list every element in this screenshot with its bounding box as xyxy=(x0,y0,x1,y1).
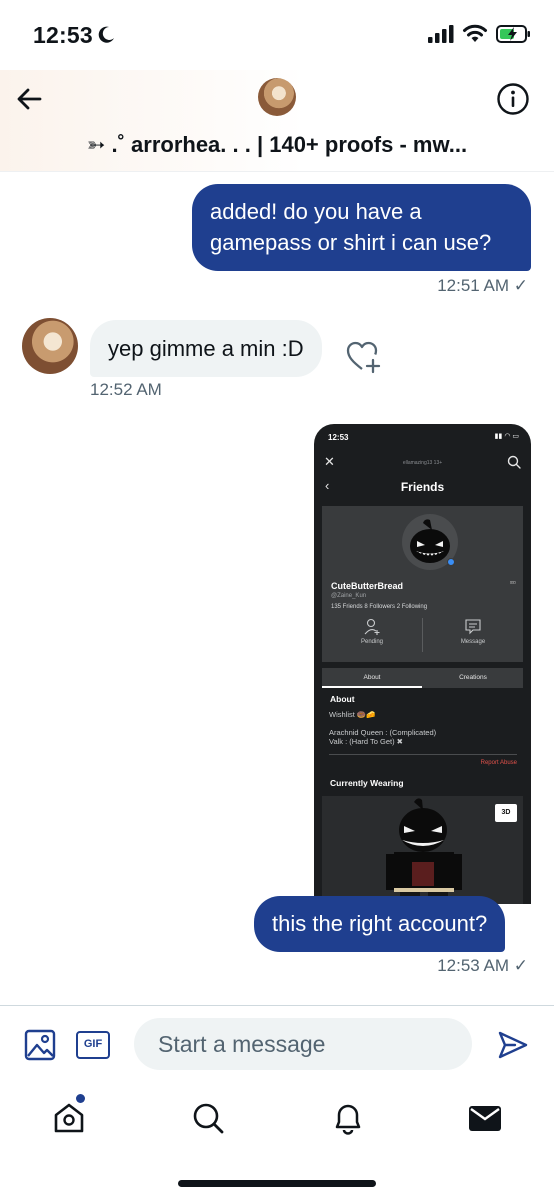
bell-icon[interactable] xyxy=(330,1100,366,1136)
shot-search-icon xyxy=(507,455,521,469)
status-time: 12:53 xyxy=(33,22,93,48)
search-icon[interactable] xyxy=(190,1100,226,1136)
shot-chat-icon xyxy=(465,619,481,635)
home-icon[interactable] xyxy=(51,1100,87,1136)
shot-message-label: Message xyxy=(460,639,486,645)
shot-tab-indicator xyxy=(322,686,422,688)
shot-online-dot xyxy=(447,558,455,566)
signal-icon xyxy=(428,25,454,43)
message-text: added! do you have a gamepass or shirt i… xyxy=(210,199,492,255)
shot-status-time: 12:53 xyxy=(328,433,349,442)
message-bubble-outgoing[interactable]: this the right account? xyxy=(254,896,506,952)
shot-stats: 135 Friends 8 Followers 2 Following xyxy=(331,604,428,610)
shot-currently-wearing: Currently Wearing xyxy=(330,778,404,788)
mail-icon[interactable] xyxy=(467,1100,503,1136)
shot-handle: @Zaine_Kun xyxy=(331,593,367,599)
shot-pending-label: Pending xyxy=(360,639,384,645)
moon-icon xyxy=(98,26,114,43)
shot-username: ellamazing13 13+ xyxy=(402,460,443,466)
attached-screenshot[interactable]: 12:53 ▮▮ ◠ ▭ ✕ ellamazing13 13+ ‹ Friend… xyxy=(314,424,531,904)
image-icon[interactable] xyxy=(24,1029,56,1061)
info-icon[interactable] xyxy=(496,82,530,116)
message-bubble-outgoing[interactable]: added! do you have a gamepass or shirt i… xyxy=(192,184,531,271)
status-icons xyxy=(428,24,532,44)
battery-icon xyxy=(496,25,530,43)
shot-more-icon: ▫▫▫ xyxy=(509,578,515,587)
wifi-icon xyxy=(463,24,487,42)
shot-divider xyxy=(329,754,517,755)
shot-profile-card: ▫▫▫ CuteButterBread @Zaine_Kun 135 Frien… xyxy=(322,506,523,662)
shot-about-line: Wishlist 🍩🧀 xyxy=(329,710,376,719)
shot-page-title: Friends xyxy=(400,480,445,494)
shot-tab-creations: Creations xyxy=(459,674,487,681)
shot-about-line: Valk : (Hard To Get) ✖ xyxy=(329,737,403,746)
message-timestamp: 12:53 AM ✓ xyxy=(437,956,528,975)
shot-pending-action: Pending xyxy=(322,618,422,645)
message-text: yep gimme a min :D xyxy=(108,336,304,361)
shot-status-icons: ▮▮ ◠ ▭ xyxy=(494,433,519,440)
composer-divider xyxy=(0,1005,554,1006)
shot-report-abuse: Report Abuse xyxy=(480,760,517,766)
shot-tab-about: About xyxy=(363,674,381,681)
send-icon[interactable] xyxy=(497,1029,529,1061)
conversation-header: ➳ .˚ arrorhea. . . | 140+ proofs - mw... xyxy=(0,70,554,172)
conversation-title[interactable]: ➳ .˚ arrorhea. . . | 140+ proofs - mw... xyxy=(0,132,554,158)
shot-add-friend-icon xyxy=(364,618,380,635)
shot-3d-badge: 3D xyxy=(495,804,517,822)
shot-avatar-figure xyxy=(386,798,462,904)
header-avatar[interactable] xyxy=(258,78,296,116)
message-timestamp: 12:51 AM ✓ xyxy=(437,276,528,295)
status-bar: 12:53 xyxy=(0,0,554,70)
shot-message-action: Message xyxy=(423,618,523,645)
message-bubble-incoming[interactable]: yep gimme a min :D xyxy=(90,320,322,377)
shot-tabs: About Creations xyxy=(322,668,523,688)
shot-about-line: Arachnid Queen : (Complicated) xyxy=(329,728,437,737)
back-arrow-icon[interactable] xyxy=(14,84,44,114)
heart-add-icon[interactable] xyxy=(346,340,382,374)
message-text: this the right account? xyxy=(272,911,488,936)
gif-button[interactable]: GIF xyxy=(76,1031,110,1059)
home-notification-dot xyxy=(76,1094,85,1103)
shot-avatar-preview xyxy=(322,796,523,904)
sender-avatar[interactable] xyxy=(22,318,78,374)
message-input[interactable] xyxy=(134,1018,472,1070)
shot-about-heading: About xyxy=(330,694,355,704)
message-timestamp: 12:52 AM xyxy=(90,380,162,399)
shot-display-name: CuteButterBread xyxy=(331,581,404,591)
home-indicator xyxy=(178,1180,376,1187)
